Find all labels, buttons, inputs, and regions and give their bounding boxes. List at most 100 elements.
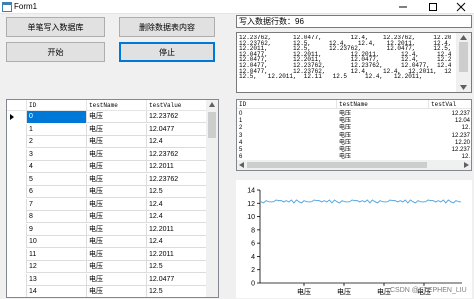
cell-id[interactable]: 14 xyxy=(27,286,87,297)
minimize-button[interactable] xyxy=(388,0,418,14)
cell-testname[interactable]: 电压 xyxy=(87,161,147,173)
row-header[interactable] xyxy=(7,148,27,161)
row-header[interactable] xyxy=(7,186,27,198)
cell-id[interactable]: 1 xyxy=(27,123,87,136)
cell-id[interactable]: 4 xyxy=(27,161,87,173)
secondary-grid-horizontal-scrollbar[interactable] xyxy=(237,160,471,170)
table-row[interactable]: 5 电压 12.23762 xyxy=(7,173,207,186)
cell-testvalue[interactable]: 12.4 xyxy=(147,236,207,248)
row-header[interactable] xyxy=(7,136,27,148)
cell-testname[interactable]: 电压 xyxy=(87,148,147,161)
table-row[interactable]: 2 电压 12.4 xyxy=(7,136,207,148)
close-button[interactable] xyxy=(446,0,474,14)
stop-button[interactable]: 停止 xyxy=(119,42,215,62)
table-row[interactable]: 0 电压 12.23762 xyxy=(7,111,207,123)
row-header[interactable] xyxy=(7,111,27,123)
cell-testname[interactable]: 电压 xyxy=(87,211,147,223)
cell-testvalue[interactable]: 12.0477 xyxy=(147,123,207,136)
cell-testvalue[interactable]: 12.23762 xyxy=(147,148,207,161)
row-header[interactable] xyxy=(7,236,27,248)
row-header[interactable] xyxy=(7,286,27,297)
column-header-testvalue[interactable]: testVal xyxy=(429,100,471,109)
cell-id[interactable]: 11 xyxy=(27,248,87,261)
row-header[interactable] xyxy=(7,273,27,286)
table-row[interactable]: 3 电压 12.23762 xyxy=(7,148,207,161)
cell-testname[interactable]: 电压 xyxy=(87,123,147,136)
cell-testname[interactable]: 电压 xyxy=(87,111,147,123)
cell-testname[interactable]: 电压 xyxy=(87,273,147,286)
row-header[interactable] xyxy=(7,198,27,211)
cell-id[interactable]: 5 xyxy=(27,173,87,186)
table-row[interactable]: 9 电压 12.2011 xyxy=(7,223,207,236)
cell-testvalue[interactable]: 12.4 xyxy=(147,198,207,211)
cell-id[interactable]: 7 xyxy=(27,198,87,211)
table-row[interactable]: 7 电压 12.4 xyxy=(7,198,207,211)
cell-testname[interactable]: 电压 xyxy=(87,286,147,297)
scroll-down-arrow-icon[interactable] xyxy=(460,85,467,90)
cell-testvalue[interactable]: 12.4 xyxy=(147,211,207,223)
cell-testvalue[interactable]: 12.23762 xyxy=(147,173,207,186)
scroll-left-arrow-icon[interactable] xyxy=(239,162,244,168)
cell-testvalue[interactable]: 12.5 xyxy=(147,261,207,273)
column-header-testname[interactable]: testName xyxy=(87,100,147,111)
cell-testvalue[interactable]: 12.2011 xyxy=(147,248,207,261)
cell-id[interactable]: 0 xyxy=(27,111,87,123)
title-bar[interactable]: Form1 xyxy=(0,0,474,14)
row-header[interactable] xyxy=(7,123,27,136)
start-button[interactable]: 开始 xyxy=(6,42,105,62)
cell-testvalue[interactable]: 12.23762 xyxy=(147,111,207,123)
maximize-button[interactable] xyxy=(418,0,448,14)
scroll-right-arrow-icon[interactable] xyxy=(464,162,469,168)
cell-testname[interactable]: 电压 xyxy=(87,236,147,248)
column-header-id[interactable]: ID xyxy=(237,100,337,109)
table-row[interactable]: 4 电压 12.2011 xyxy=(7,161,207,173)
cell-testname[interactable]: 电压 xyxy=(87,198,147,211)
table-row[interactable]: 6 电压 12.5 xyxy=(7,186,207,198)
single-write-button[interactable]: 单笔写入数据库 xyxy=(6,17,105,37)
row-header[interactable] xyxy=(7,211,27,223)
delete-table-button[interactable]: 删除数据表内容 xyxy=(119,17,215,37)
main-data-grid[interactable]: ID testName testValue 0 电压 12.23762 1 电压 12.0… xyxy=(6,99,219,298)
row-header[interactable] xyxy=(7,161,27,173)
column-header-testname[interactable]: testName xyxy=(337,100,429,109)
cell-testvalue[interactable]: 12.5 xyxy=(147,286,207,297)
cell-testname[interactable]: 电压 xyxy=(87,186,147,198)
cell-testvalue[interactable]: 12.5 xyxy=(147,186,207,198)
cell-testvalue[interactable]: 12.4 xyxy=(147,136,207,148)
cell-testname[interactable]: 电压 xyxy=(87,248,147,261)
table-row[interactable]: 13 电压 12.0477 xyxy=(7,273,207,286)
cell-id[interactable]: 13 xyxy=(27,273,87,286)
cell-id[interactable]: 8 xyxy=(27,211,87,223)
row-header[interactable] xyxy=(7,261,27,273)
scroll-up-arrow-icon[interactable] xyxy=(209,102,215,107)
column-header-id[interactable]: ID xyxy=(27,100,87,111)
textbox-vertical-scrollbar[interactable] xyxy=(456,33,471,92)
cell-testvalue[interactable]: 12.2011 xyxy=(147,223,207,236)
table-row[interactable]: 8 电压 12.4 xyxy=(7,211,207,223)
main-grid-vertical-scrollbar[interactable] xyxy=(206,100,218,297)
cell-id[interactable]: 6 xyxy=(27,186,87,198)
cell-testvalue[interactable]: 12.2011 xyxy=(147,161,207,173)
secondary-grid-scroll-thumb[interactable] xyxy=(247,162,427,168)
cell-id[interactable]: 2 xyxy=(27,136,87,148)
textbox-scroll-thumb[interactable] xyxy=(459,42,468,72)
cell-testname[interactable]: 电压 xyxy=(87,136,147,148)
row-header[interactable] xyxy=(7,173,27,186)
row-header[interactable] xyxy=(7,223,27,236)
secondary-data-grid[interactable]: ID testName testVal 0 电压 12.237 1 电压 12.04 2 电压… xyxy=(236,99,472,171)
cell-id[interactable]: 9 xyxy=(27,223,87,236)
cell-testname[interactable]: 电压 xyxy=(87,261,147,273)
column-header-testvalue[interactable]: testValue xyxy=(147,100,207,111)
table-row[interactable]: 10 电压 12.4 xyxy=(7,236,207,248)
table-row[interactable]: 14 电压 12.5 xyxy=(7,286,207,297)
cell-testname[interactable]: 电压 xyxy=(87,223,147,236)
cell-id[interactable]: 3 xyxy=(27,148,87,161)
table-row[interactable]: 11 电压 12.2011 xyxy=(7,248,207,261)
table-row[interactable]: 12 电压 12.5 xyxy=(7,261,207,273)
cell-testname[interactable]: 电压 xyxy=(87,173,147,186)
cell-testvalue[interactable]: 12.0477 xyxy=(147,273,207,286)
cell-id[interactable]: 10 xyxy=(27,236,87,248)
row-header[interactable] xyxy=(7,248,27,261)
main-grid-scroll-thumb[interactable] xyxy=(208,112,216,138)
values-textbox[interactable]: 12.23762, 12.0477, 12.4, 12.23762, 12.20… xyxy=(236,32,472,93)
